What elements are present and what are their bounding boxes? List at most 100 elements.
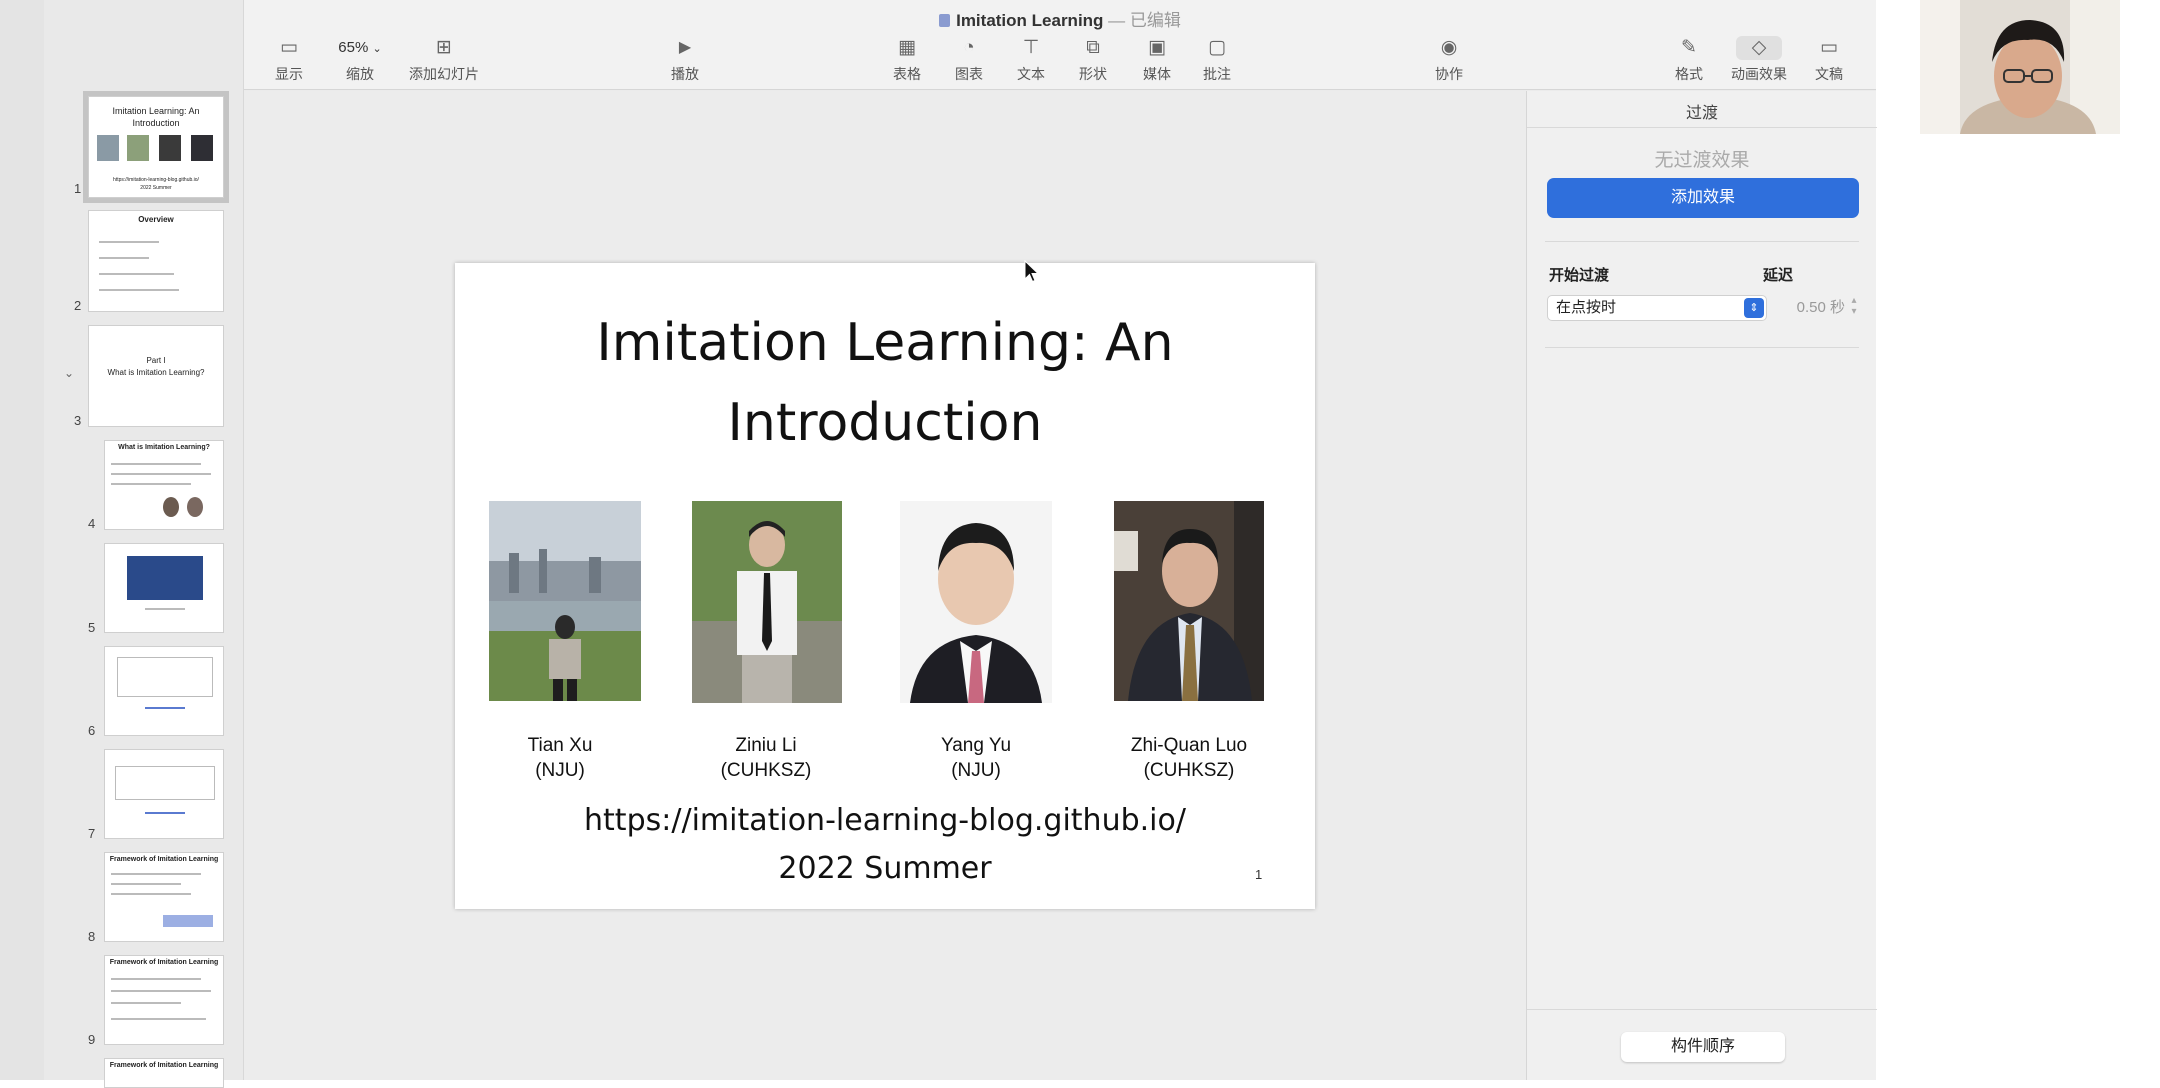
author-yang-yu: Yang Yu (NJU) [876,733,1076,783]
thumbnail-text-line [111,473,211,475]
divider [1527,1009,1877,1010]
slide-page-number: 1 [1255,867,1263,882]
table-button[interactable]: ▦ 表格 [884,36,930,84]
start-transition-value: 在点按时 [1556,299,1617,316]
start-transition-select[interactable]: 在点按时 ⇕ [1547,295,1767,321]
thumbnail-image [127,556,203,600]
thumbnail-text-line [111,883,181,885]
delay-input[interactable]: 0.50 秒 [1763,295,1845,321]
delay-stepper[interactable]: ▴ ▾ [1847,295,1861,321]
window-edge [0,0,44,1080]
slide-number: 3 [74,413,82,428]
thumbnail-subtitle: What is Imitation Learning? [107,368,205,377]
slide-thumbnail-6[interactable] [104,646,224,736]
text-button[interactable]: ⊤ 文本 [1008,36,1054,84]
play-button[interactable]: ▶ 播放 [662,36,708,84]
thumbnail-text-line [99,273,174,275]
slide[interactable]: Imitation Learning: An Introduction Tian… [455,263,1315,909]
slide-thumbnail-5[interactable] [104,543,224,633]
thumbnail-text-line [145,812,185,814]
tab-transition[interactable]: 过渡 [1527,99,1877,123]
slide-thumbnail-9[interactable]: Framework of Imitation Learning [104,955,224,1045]
thumbnail-text-line [111,463,201,465]
zoom-button[interactable]: 65% ⌄ 缩放 [320,36,400,84]
view-button[interactable]: ▭ 显示 [266,36,312,84]
paintbrush-icon: ✎ [1681,37,1697,58]
photo-zhi-quan-luo[interactable] [1114,501,1264,701]
slide-thumbnail-1[interactable]: Imitation Learning: An Introduction http… [83,91,229,203]
edited-status: — 已编辑 [1103,11,1181,30]
thumbnail-title: Overview [138,215,174,224]
thumbnail-photo [97,135,119,161]
slide-navigator[interactable]: 1 Imitation Learning: An Introduction ht… [44,0,244,1088]
start-transition-label: 开始过渡 [1549,267,1610,284]
thumbnail-text-line [111,873,201,875]
play-label: 播放 [671,66,699,82]
slide-canvas[interactable]: Imitation Learning: An Introduction Tian… [244,91,1526,1080]
animate-button[interactable]: ◇ 动画效果 [1724,36,1794,84]
chevron-down-icon[interactable]: ⌄ [64,366,74,380]
slide-thumbnail-7[interactable] [104,749,224,839]
divider [1545,347,1859,348]
slide-thumbnail-4[interactable]: What is Imitation Learning? [104,440,224,530]
thumbnail-text-line [111,978,201,980]
photo-tian-xu[interactable] [489,501,641,701]
media-button[interactable]: ▣ 媒体 [1134,36,1180,84]
window-title-text: Imitation Learning [956,11,1104,30]
add-effect-button[interactable]: 添加效果 [1547,178,1859,218]
document-button[interactable]: ▭ 文稿 [1806,36,1852,84]
mouse-pointer-icon [1024,260,1040,283]
thumbnail-text-line [145,608,185,610]
sidebar-icon: ▭ [280,37,298,58]
thumbnail-photo [127,135,149,161]
slide-title[interactable]: Imitation Learning: An Introduction [455,303,1315,463]
build-order-button[interactable]: 构件顺序 [1621,1032,1785,1062]
slide-title-line: Imitation Learning: An [596,313,1174,373]
webcam-video-overlay [1920,0,2120,134]
chart-label: 图表 [955,66,983,82]
slide-thumbnail-8[interactable]: Framework of Imitation Learning [104,852,224,942]
slide-url[interactable]: https://imitation-learning-blog.github.i… [455,803,1315,838]
thumbnail-image [163,497,179,517]
slide-number: 1 [74,181,82,196]
author-ziniu-li: Ziniu Li (CUHKSZ) [666,733,866,783]
animate-label: 动画效果 [1731,66,1787,82]
document-panel-icon: ▭ [1820,37,1838,58]
thumbnail-title: What is Imitation Learning? [118,444,210,451]
thumbnail-title: Framework of Imitation Learning [109,1062,219,1069]
table-label: 表格 [893,66,921,82]
slide-number: 4 [88,516,96,531]
thumbnail-image [187,497,203,517]
chart-button[interactable]: ◔ 图表 [946,36,992,84]
window-title: Imitation Learning — 已编辑 [244,6,1876,31]
format-button[interactable]: ✎ 格式 [1666,36,1712,84]
slide-season[interactable]: 2022 Summer [455,851,1315,886]
up-down-arrows-icon: ⇕ [1744,298,1764,318]
add-slide-button[interactable]: ⊞ 添加幻灯片 [404,36,484,84]
animate-icon: ◇ [1736,36,1782,60]
collaborate-button[interactable]: ◉ 协作 [1426,36,1472,84]
chart-icon: ◔ [963,37,975,58]
no-transition-text: 无过渡效果 [1654,150,1750,171]
thumbnail-text-line [111,990,211,992]
thumbnail-url: https://imitation-learning-blog.github.i… [113,177,199,183]
zoom-value: 65% ⌄ [338,39,382,56]
delay-label: 延迟 [1763,267,1794,284]
media-icon: ▣ [1148,37,1166,58]
author-affiliation: (NJU) [535,760,585,781]
thumbnail-photo [159,135,181,161]
keynote-window: 1 Imitation Learning: An Introduction ht… [0,0,1877,1088]
photo-ziniu-li[interactable] [692,501,842,703]
comment-button[interactable]: ▢ 批注 [1194,36,1240,84]
author-name: Ziniu Li [735,735,797,756]
add-slide-label: 添加幻灯片 [409,66,479,82]
photo-yang-yu[interactable] [900,501,1052,703]
shape-button[interactable]: ⧉ 形状 [1070,36,1116,84]
play-icon: ▶ [678,39,692,56]
slide-thumbnail-10[interactable]: Framework of Imitation Learning [104,1058,224,1088]
slide-thumbnail-2[interactable]: Overview [88,210,224,312]
chevron-down-icon: ⌄ [372,43,382,55]
slide-thumbnail-3[interactable]: Part I What is Imitation Learning? [88,325,224,427]
author-name: Yang Yu [940,735,1012,756]
collaborate-icon: ◉ [1440,37,1458,58]
